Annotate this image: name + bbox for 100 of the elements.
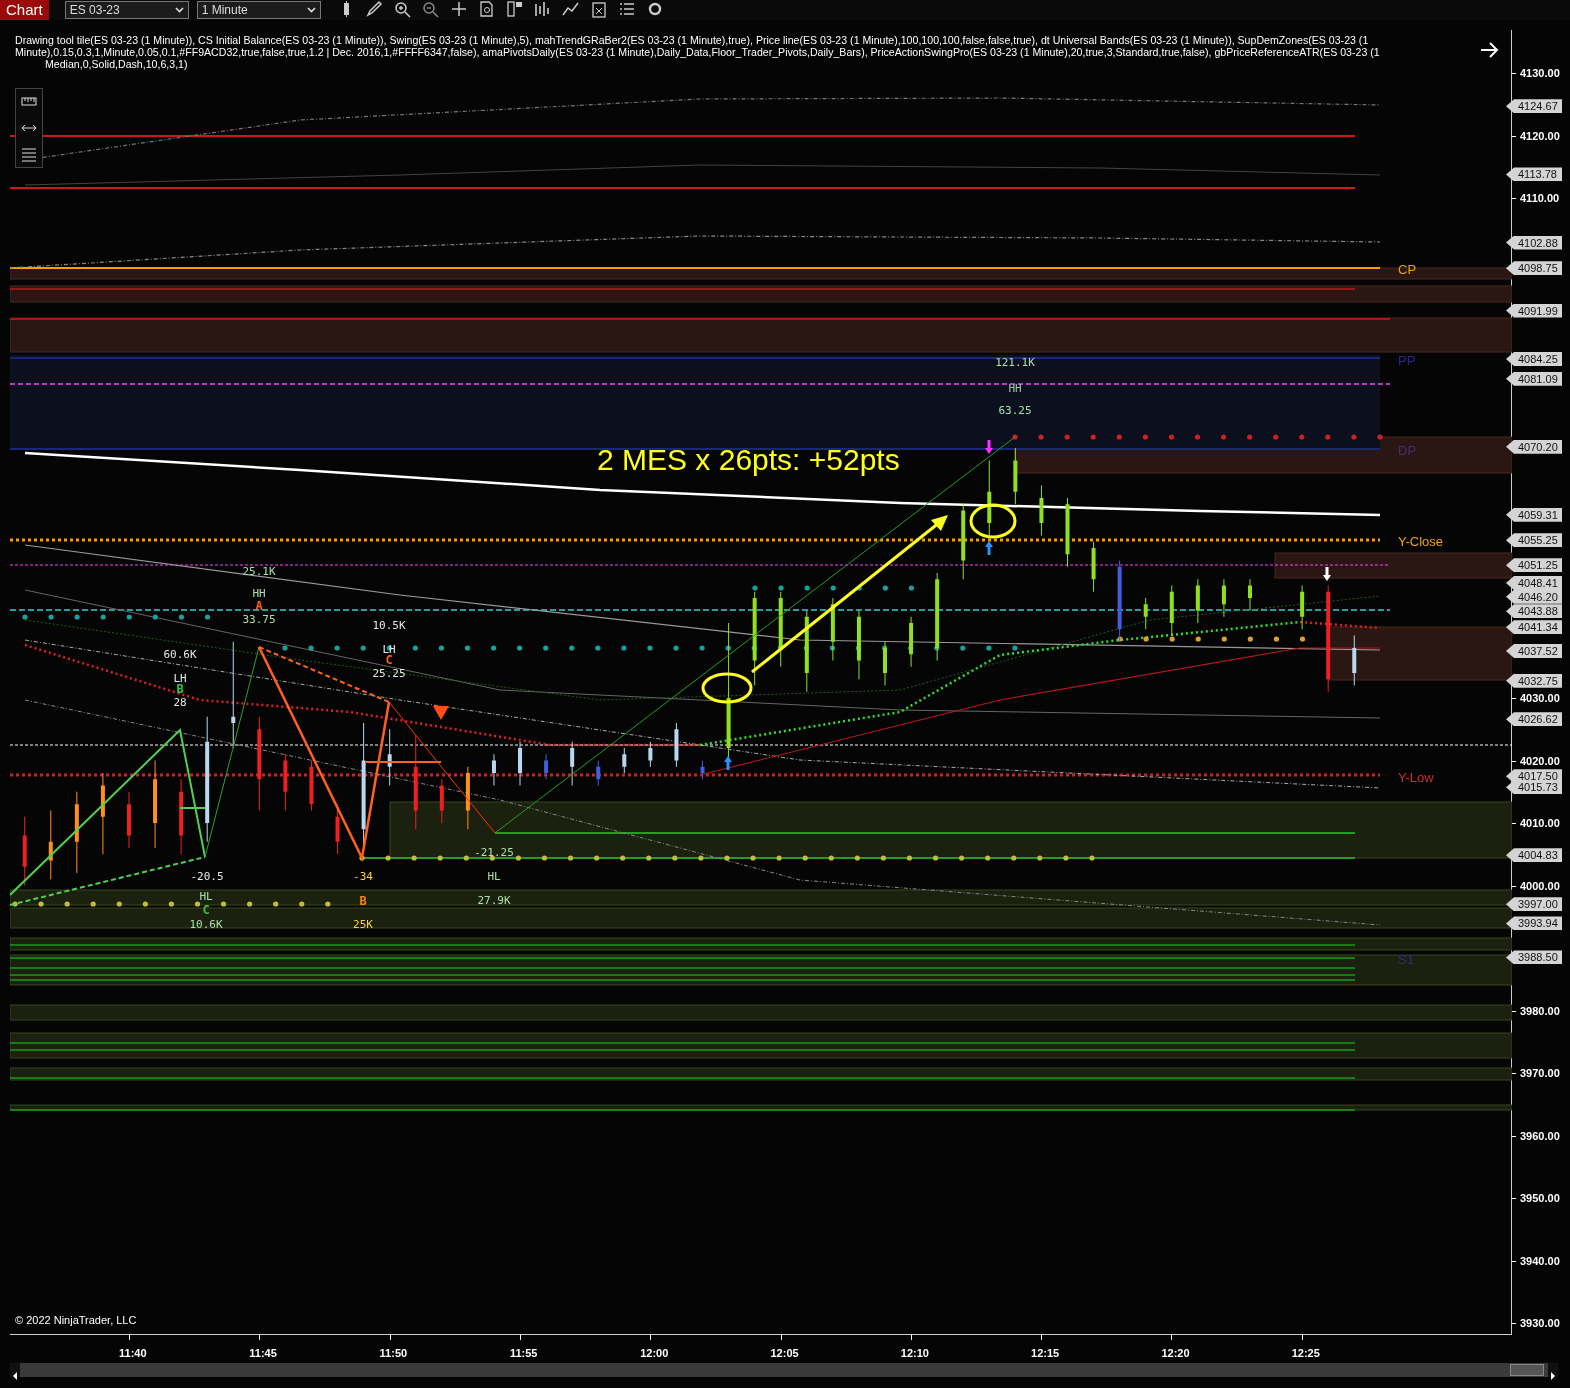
level-label: Y-Close: [1398, 534, 1444, 549]
candle: [1065, 497, 1070, 568]
menu-icon[interactable]: [20, 145, 38, 163]
price-tick-label: 4000.00: [1520, 879, 1560, 892]
time-tick-label: 12:00: [640, 1346, 669, 1361]
level-label: Y-Low: [1398, 770, 1434, 785]
points-label: -21.25: [474, 846, 514, 859]
candle: [648, 741, 653, 768]
time-tick-label: 11:45: [249, 1346, 277, 1361]
up-arrow-icon: [724, 756, 732, 770]
highlight-ellipse: [701, 672, 753, 704]
price-marker: 3988.50: [1506, 950, 1562, 965]
wave-letter: C: [202, 903, 210, 917]
candle: [387, 728, 392, 786]
candle: [1169, 585, 1174, 636]
time-tick-label: 12:25: [1291, 1346, 1320, 1361]
price-marker: 4048.41: [1506, 575, 1562, 590]
price-marker: 4041.34: [1506, 620, 1562, 635]
candle: [544, 753, 549, 780]
chart-title: Chart: [0, 0, 49, 20]
wave-letter: B: [176, 682, 184, 696]
swing-label: HL: [487, 870, 501, 883]
price-marker: 3997.00: [1506, 897, 1562, 912]
candle: [518, 741, 523, 786]
zoom-out-icon[interactable]: [420, 0, 441, 18]
price-tick-label: 3960.00: [1520, 1129, 1560, 1142]
candle: [909, 616, 914, 668]
price-marker: 4124.67: [1506, 99, 1562, 114]
price-marker: 4051.25: [1506, 558, 1562, 573]
sell-triangle-icon: [433, 706, 449, 720]
price-marker: 4004.83: [1506, 848, 1562, 863]
points-label: 28: [173, 696, 187, 709]
volume-label: 10.6K: [189, 918, 223, 931]
price-marker: 4081.09: [1506, 371, 1562, 386]
time-tick-label: 12:10: [900, 1346, 929, 1361]
swing-label: HL: [199, 890, 213, 903]
price-tick-label: 4130.00: [1520, 67, 1560, 79]
candle: [830, 597, 835, 661]
price-marker: 4098.75: [1506, 261, 1562, 276]
down-arrow-icon: [985, 440, 993, 454]
price-marker: 3993.94: [1506, 916, 1562, 931]
price-marker: 4102.88: [1506, 235, 1562, 250]
price-marker: 4043.88: [1506, 604, 1562, 619]
price-tick-label: 4120.00: [1520, 129, 1560, 142]
time-tick-label: 11:50: [379, 1346, 408, 1361]
candle: [22, 816, 27, 886]
pencil-icon[interactable]: [364, 0, 385, 18]
price-marker: 4084.25: [1506, 351, 1562, 366]
scroll-left-button[interactable]: [10, 1363, 20, 1377]
price-tick-label: 4020.00: [1520, 754, 1560, 767]
candle: [883, 641, 887, 686]
candle: [283, 753, 288, 811]
time-tick-label: 11:40: [119, 1346, 147, 1361]
time-tick-label: 12:15: [1031, 1346, 1060, 1361]
points-label: 33.75: [242, 613, 276, 626]
interval-dropdown[interactable]: 1 Minute: [196, 1, 321, 19]
level-label: CP: [1398, 262, 1417, 277]
points-label: -34: [353, 870, 373, 883]
candle: [1248, 578, 1252, 611]
points-label: 63.25: [998, 404, 1032, 417]
candle: [335, 803, 340, 855]
volume-label: 121.1K: [995, 356, 1035, 369]
price-tick-label: 4010.00: [1520, 817, 1560, 829]
scrollbar[interactable]: [10, 1363, 1558, 1377]
swing-label: LH: [173, 672, 187, 685]
volume-label: 25.1K: [242, 565, 276, 578]
price-tick-label: 4030.00: [1520, 692, 1560, 704]
scroll-thumb[interactable]: [1510, 1364, 1544, 1376]
highlight-ellipse: [969, 503, 1017, 539]
price-marker: 4037.52: [1506, 644, 1562, 658]
price-tick-label: 3970.00: [1520, 1067, 1560, 1079]
copyright-text: © 2022 NinjaTrader, LLC: [15, 1312, 137, 1328]
price-tick-label: 4110.00: [1520, 192, 1560, 204]
candle: [491, 753, 496, 786]
swing-label: HH: [1008, 382, 1022, 395]
volume-label: 10.5K: [372, 619, 406, 632]
price-marker: 4091.99: [1506, 303, 1562, 318]
instrument-dropdown[interactable]: ES 03-23: [64, 1, 189, 19]
time-tick-label: 12:20: [1161, 1346, 1190, 1361]
candle: [309, 760, 314, 811]
candle: [439, 778, 444, 824]
scroll-right-button[interactable]: [1548, 1363, 1558, 1377]
volume-label: 60.6K: [163, 648, 197, 661]
candle: [700, 760, 705, 780]
wave-letter: C: [385, 653, 393, 667]
price-marker: 4055.25: [1506, 533, 1562, 548]
candle: [596, 760, 601, 786]
line-chart-icon[interactable]: [560, 0, 581, 18]
zoom-in-icon[interactable]: [392, 0, 413, 18]
level-label: S1: [1398, 952, 1414, 967]
swing-label: LH: [382, 643, 396, 656]
price-tick-label: 3950.00: [1520, 1192, 1560, 1204]
price-tick-label: 3930.00: [1520, 1317, 1560, 1329]
candle: [856, 610, 861, 680]
candle: [622, 747, 627, 774]
volume-label: 25K: [353, 918, 373, 931]
candle: [674, 722, 679, 768]
arrow-right-icon[interactable]: [1480, 42, 1499, 58]
columns-icon[interactable]: [504, 0, 525, 18]
wave-letter: B: [359, 894, 367, 908]
